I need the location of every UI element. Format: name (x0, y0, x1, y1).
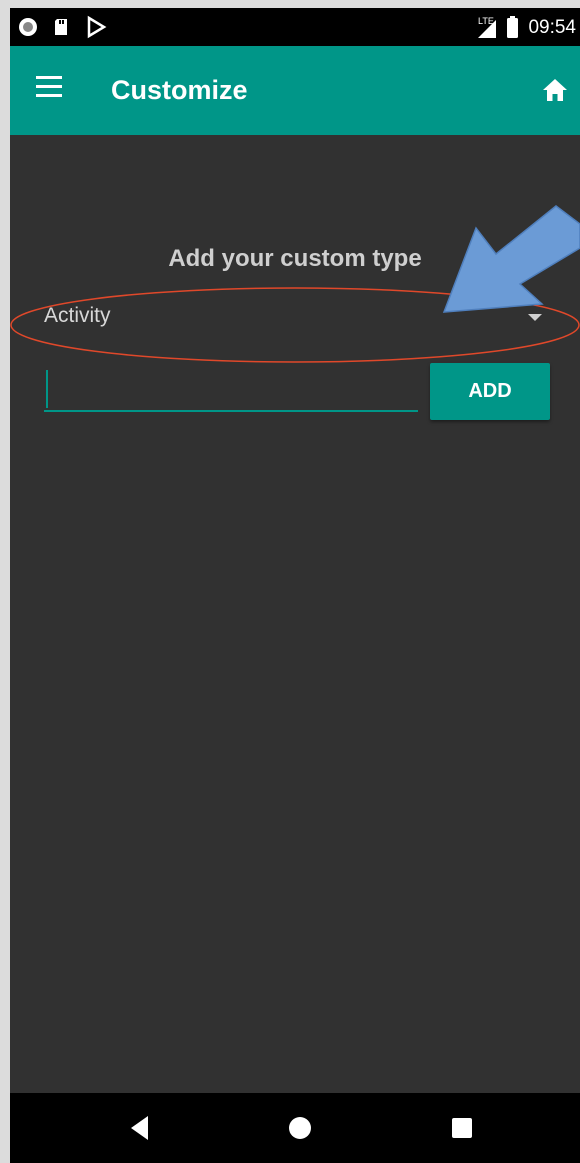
type-select[interactable]: Activity (44, 304, 564, 334)
status-bar: LTE 09:54 (10, 8, 580, 46)
home-icon[interactable] (542, 78, 568, 102)
status-time: 09:54 (528, 17, 576, 38)
add-button[interactable]: ADD (430, 363, 550, 420)
navigation-bar (10, 1093, 580, 1163)
play-store-icon (87, 15, 107, 39)
page-title: Customize (111, 75, 248, 105)
recents-icon[interactable] (442, 1093, 482, 1163)
sd-card-icon (55, 19, 67, 35)
home-circle-icon[interactable] (280, 1093, 320, 1163)
hamburger-menu-icon[interactable] (36, 76, 62, 98)
app-bar: Customize (10, 46, 580, 135)
chevron-down-icon[interactable] (528, 312, 542, 322)
signal-icon (478, 20, 496, 38)
section-heading: Add your custom type (168, 245, 422, 272)
custom-type-input[interactable] (44, 368, 418, 412)
record-icon (19, 18, 37, 36)
back-icon[interactable] (120, 1093, 160, 1163)
phone-screen: LTE 09:54 Customize Add your custom type… (10, 8, 580, 1163)
text-cursor (46, 370, 48, 408)
battery-icon (507, 16, 518, 38)
type-select-value: Activity (44, 304, 111, 327)
